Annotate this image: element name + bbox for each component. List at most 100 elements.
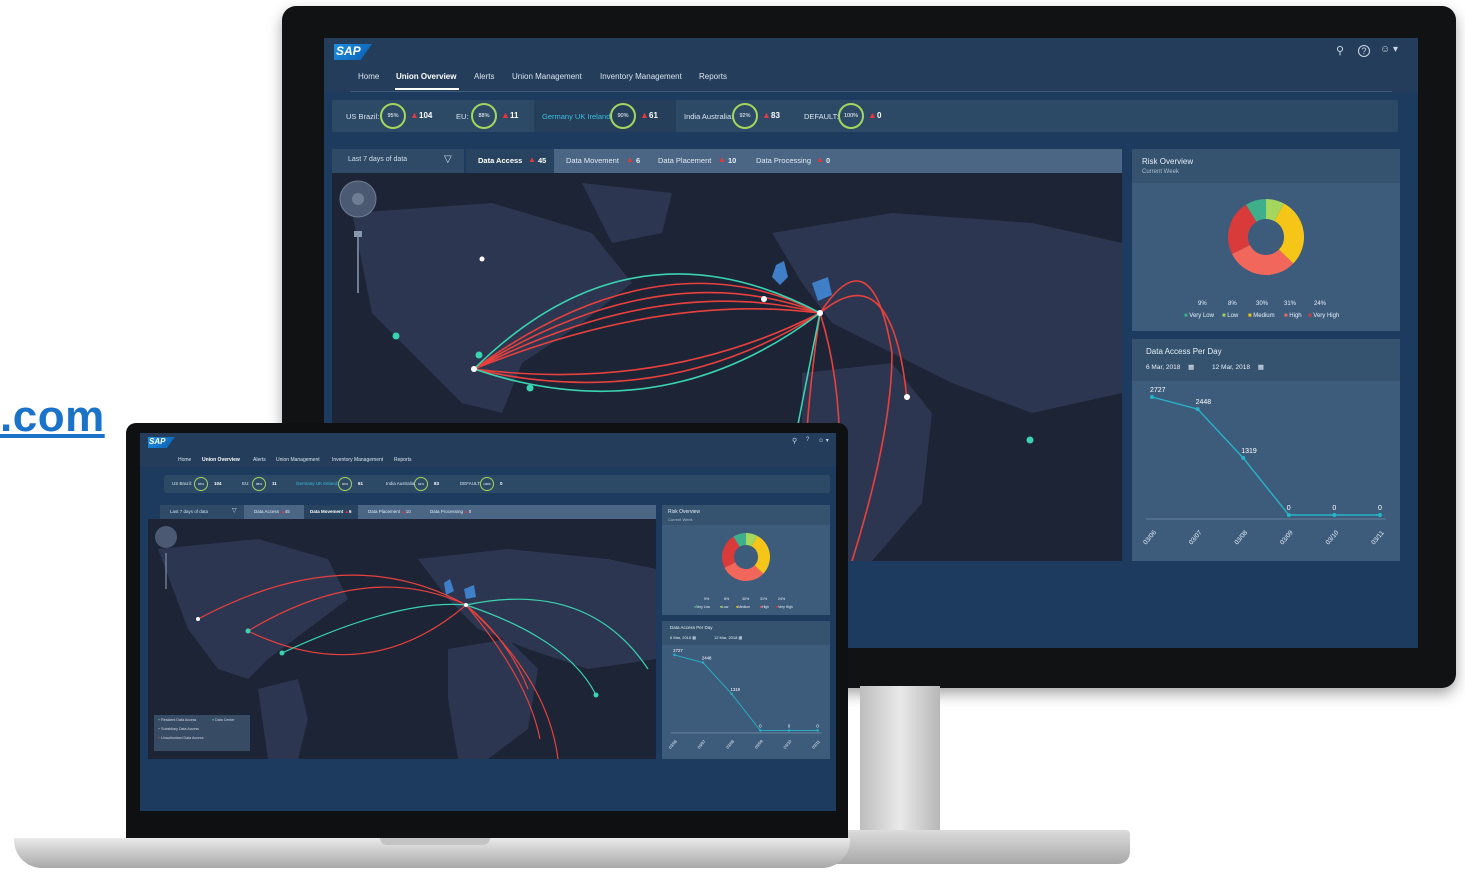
data-label: 2448 bbox=[1196, 399, 1212, 406]
union-label[interactable]: DEFAULT: bbox=[460, 481, 481, 486]
data-point bbox=[1286, 513, 1291, 517]
union-alert-count: 61 bbox=[649, 111, 658, 120]
union-label[interactable]: US Brazil: bbox=[346, 112, 379, 121]
union-alert-count: 0 bbox=[500, 481, 503, 486]
date-to-field[interactable]: 12 Mar, 2018 ▦ bbox=[1212, 363, 1264, 371]
risk-percent: 30% bbox=[742, 597, 750, 601]
calendar-icon: ▦ bbox=[1188, 364, 1195, 371]
tab-count: 10 bbox=[728, 156, 737, 165]
data-category-tabs: Data Access ▲45 Data Movement ▲6 Data Pl… bbox=[244, 505, 656, 519]
tab-data-access[interactable]: Data Access ▲45 bbox=[254, 509, 290, 514]
data-label: 2727 bbox=[1150, 387, 1166, 394]
x-tick-label: 03/07 bbox=[1188, 529, 1204, 546]
risk-donut-chart bbox=[722, 533, 770, 581]
union-label[interactable]: US Brazil: bbox=[172, 481, 192, 486]
tab-data-movement[interactable]: Data Movement ▲ 6 bbox=[566, 149, 646, 173]
data-category-tabs: Data Access ▲ 45 Data Movement ▲ 6 Data … bbox=[466, 149, 1122, 173]
user-avatar-icon[interactable]: ☺ ▾ bbox=[818, 437, 829, 444]
legend-data-center: ● Data Center bbox=[212, 718, 235, 722]
date-filter[interactable]: Last 7 days of data ▽ bbox=[160, 505, 244, 519]
x-tick-label: 03/09 bbox=[754, 738, 765, 749]
alert-bell-icon: ▲ bbox=[501, 110, 510, 120]
tab-label: Data Movement bbox=[566, 156, 619, 165]
world-map[interactable]: ━ Resident Data Access ━ Subsidiary Data… bbox=[148, 519, 656, 759]
donut-slice-medium bbox=[1273, 203, 1304, 264]
filter-icon[interactable]: ▽ bbox=[232, 507, 237, 514]
data-point bbox=[816, 729, 819, 732]
tab-label: Data Processing bbox=[756, 156, 812, 165]
data-access-line-chart: 2727 03/06 2448 03/07 1319 03/08 0 03/09 0 03/10 0… bbox=[1142, 387, 1386, 546]
nav-reports[interactable]: Reports bbox=[394, 457, 412, 463]
nav-inventory-management[interactable]: Inventory Management bbox=[600, 72, 682, 81]
filter-icon[interactable]: ▽ bbox=[444, 154, 452, 165]
date-filter[interactable]: Last 7 days of data ▽ bbox=[332, 149, 464, 173]
shell-bar: SAP Home Union Overview Alerts Union Man… bbox=[140, 433, 836, 467]
help-icon[interactable]: ? bbox=[1358, 45, 1370, 57]
tab-data-placement[interactable]: Data Placement ▲ 10 bbox=[658, 149, 744, 173]
domain-link-text[interactable]: .com bbox=[0, 392, 105, 442]
union-label[interactable]: EU: bbox=[456, 112, 469, 121]
date-from-field[interactable]: 6 Mar, 2018 ▦ bbox=[1146, 363, 1194, 371]
user-avatar-icon[interactable]: ☺ ▾ bbox=[1380, 44, 1398, 55]
data-access-card: Data Access Per Day 6 Mar, 2018 ▦ 12 Mar… bbox=[1132, 339, 1400, 561]
union-label-selected[interactable]: Germany UK Ireland: bbox=[296, 481, 338, 486]
tab-data-access[interactable]: Data Access ▲ 45 bbox=[466, 149, 554, 173]
legend-resident-access: ━ Resident Data Access bbox=[158, 718, 197, 722]
shell-divider bbox=[350, 91, 1392, 92]
tab-data-processing[interactable]: Data Processing ▲ 0 bbox=[756, 149, 842, 173]
data-label: 2448 bbox=[702, 656, 712, 661]
data-point bbox=[471, 366, 477, 372]
access-card-title: Data Access Per Day bbox=[670, 625, 713, 630]
greenland-landmass bbox=[582, 183, 672, 243]
map-legend: ━ Resident Data Access ━ Subsidiary Data… bbox=[154, 715, 250, 751]
union-alert-count: 11 bbox=[510, 111, 519, 120]
nav-alerts[interactable]: Alerts bbox=[474, 72, 494, 81]
alert-bell-icon: ▲ bbox=[762, 110, 771, 120]
union-alert-count: 83 bbox=[771, 111, 780, 120]
nav-home[interactable]: Home bbox=[358, 72, 379, 81]
nav-home[interactable]: Home bbox=[178, 457, 191, 463]
union-compliance-ring: 100% bbox=[480, 477, 494, 491]
nav-inventory-management[interactable]: Inventory Management bbox=[332, 457, 383, 463]
sap-logo[interactable]: SAP bbox=[334, 44, 372, 60]
risk-card-title: Risk Overview bbox=[1142, 157, 1194, 166]
search-icon[interactable]: ⚲ bbox=[792, 437, 797, 445]
union-compliance-ring: 92% bbox=[732, 103, 758, 129]
search-icon[interactable]: ⚲ bbox=[1336, 44, 1344, 57]
tab-data-processing[interactable]: Data Processing ▲0 bbox=[430, 509, 471, 514]
risk-overview-card: Risk Overview Current Week 9% 8% 30% 31%… bbox=[662, 505, 830, 615]
tab-data-placement[interactable]: Data Placement ▲10 bbox=[368, 509, 411, 514]
union-label[interactable]: EU: bbox=[242, 481, 250, 486]
donut-slice-low bbox=[745, 533, 758, 547]
tab-data-movement[interactable]: Data Movement ▲6 bbox=[304, 505, 358, 519]
data-label: 0 bbox=[788, 723, 791, 728]
nav-union-management[interactable]: Union Management bbox=[512, 72, 582, 81]
x-tick-label: 03/08 bbox=[1233, 529, 1249, 546]
union-compliance-ring: 90% bbox=[338, 477, 352, 491]
donut-slice-medium bbox=[751, 535, 770, 574]
legend-medium: ■Medium bbox=[736, 605, 751, 609]
nav-reports[interactable]: Reports bbox=[699, 72, 727, 81]
nav-alerts[interactable]: Alerts bbox=[253, 457, 266, 463]
date-from-field[interactable]: 6 Mar, 2018 ▦ bbox=[670, 635, 696, 640]
risk-percent: 24% bbox=[778, 597, 786, 601]
date-to-field[interactable]: 12 Mar, 2018 ▦ bbox=[714, 635, 742, 640]
tab-count: 6 bbox=[636, 156, 641, 165]
union-label[interactable]: DEFAULT: bbox=[804, 112, 838, 121]
alert-bell-icon: ▲ bbox=[528, 155, 536, 164]
sap-logo[interactable]: SAP bbox=[148, 437, 175, 448]
donut-slice-high bbox=[1231, 244, 1294, 275]
legend-medium: ■ Medium bbox=[1248, 313, 1275, 319]
nav-union-overview[interactable]: Union Overview bbox=[396, 72, 456, 81]
union-label-selected[interactable]: Germany UK Ireland: bbox=[542, 112, 612, 121]
union-label[interactable]: India Australia: bbox=[386, 481, 416, 486]
nav-union-management[interactable]: Union Management bbox=[276, 457, 320, 463]
nav-union-overview[interactable]: Union Overview bbox=[202, 457, 240, 463]
legend-high: ■High bbox=[760, 605, 770, 609]
x-tick-label: 03/06 bbox=[668, 738, 679, 749]
x-tick-label: 03/11 bbox=[1370, 529, 1386, 546]
x-tick-label: 03/07 bbox=[696, 738, 707, 749]
help-icon[interactable]: ? bbox=[806, 437, 809, 443]
union-label[interactable]: India Australia: bbox=[684, 112, 733, 121]
data-label: 0 bbox=[759, 723, 762, 728]
